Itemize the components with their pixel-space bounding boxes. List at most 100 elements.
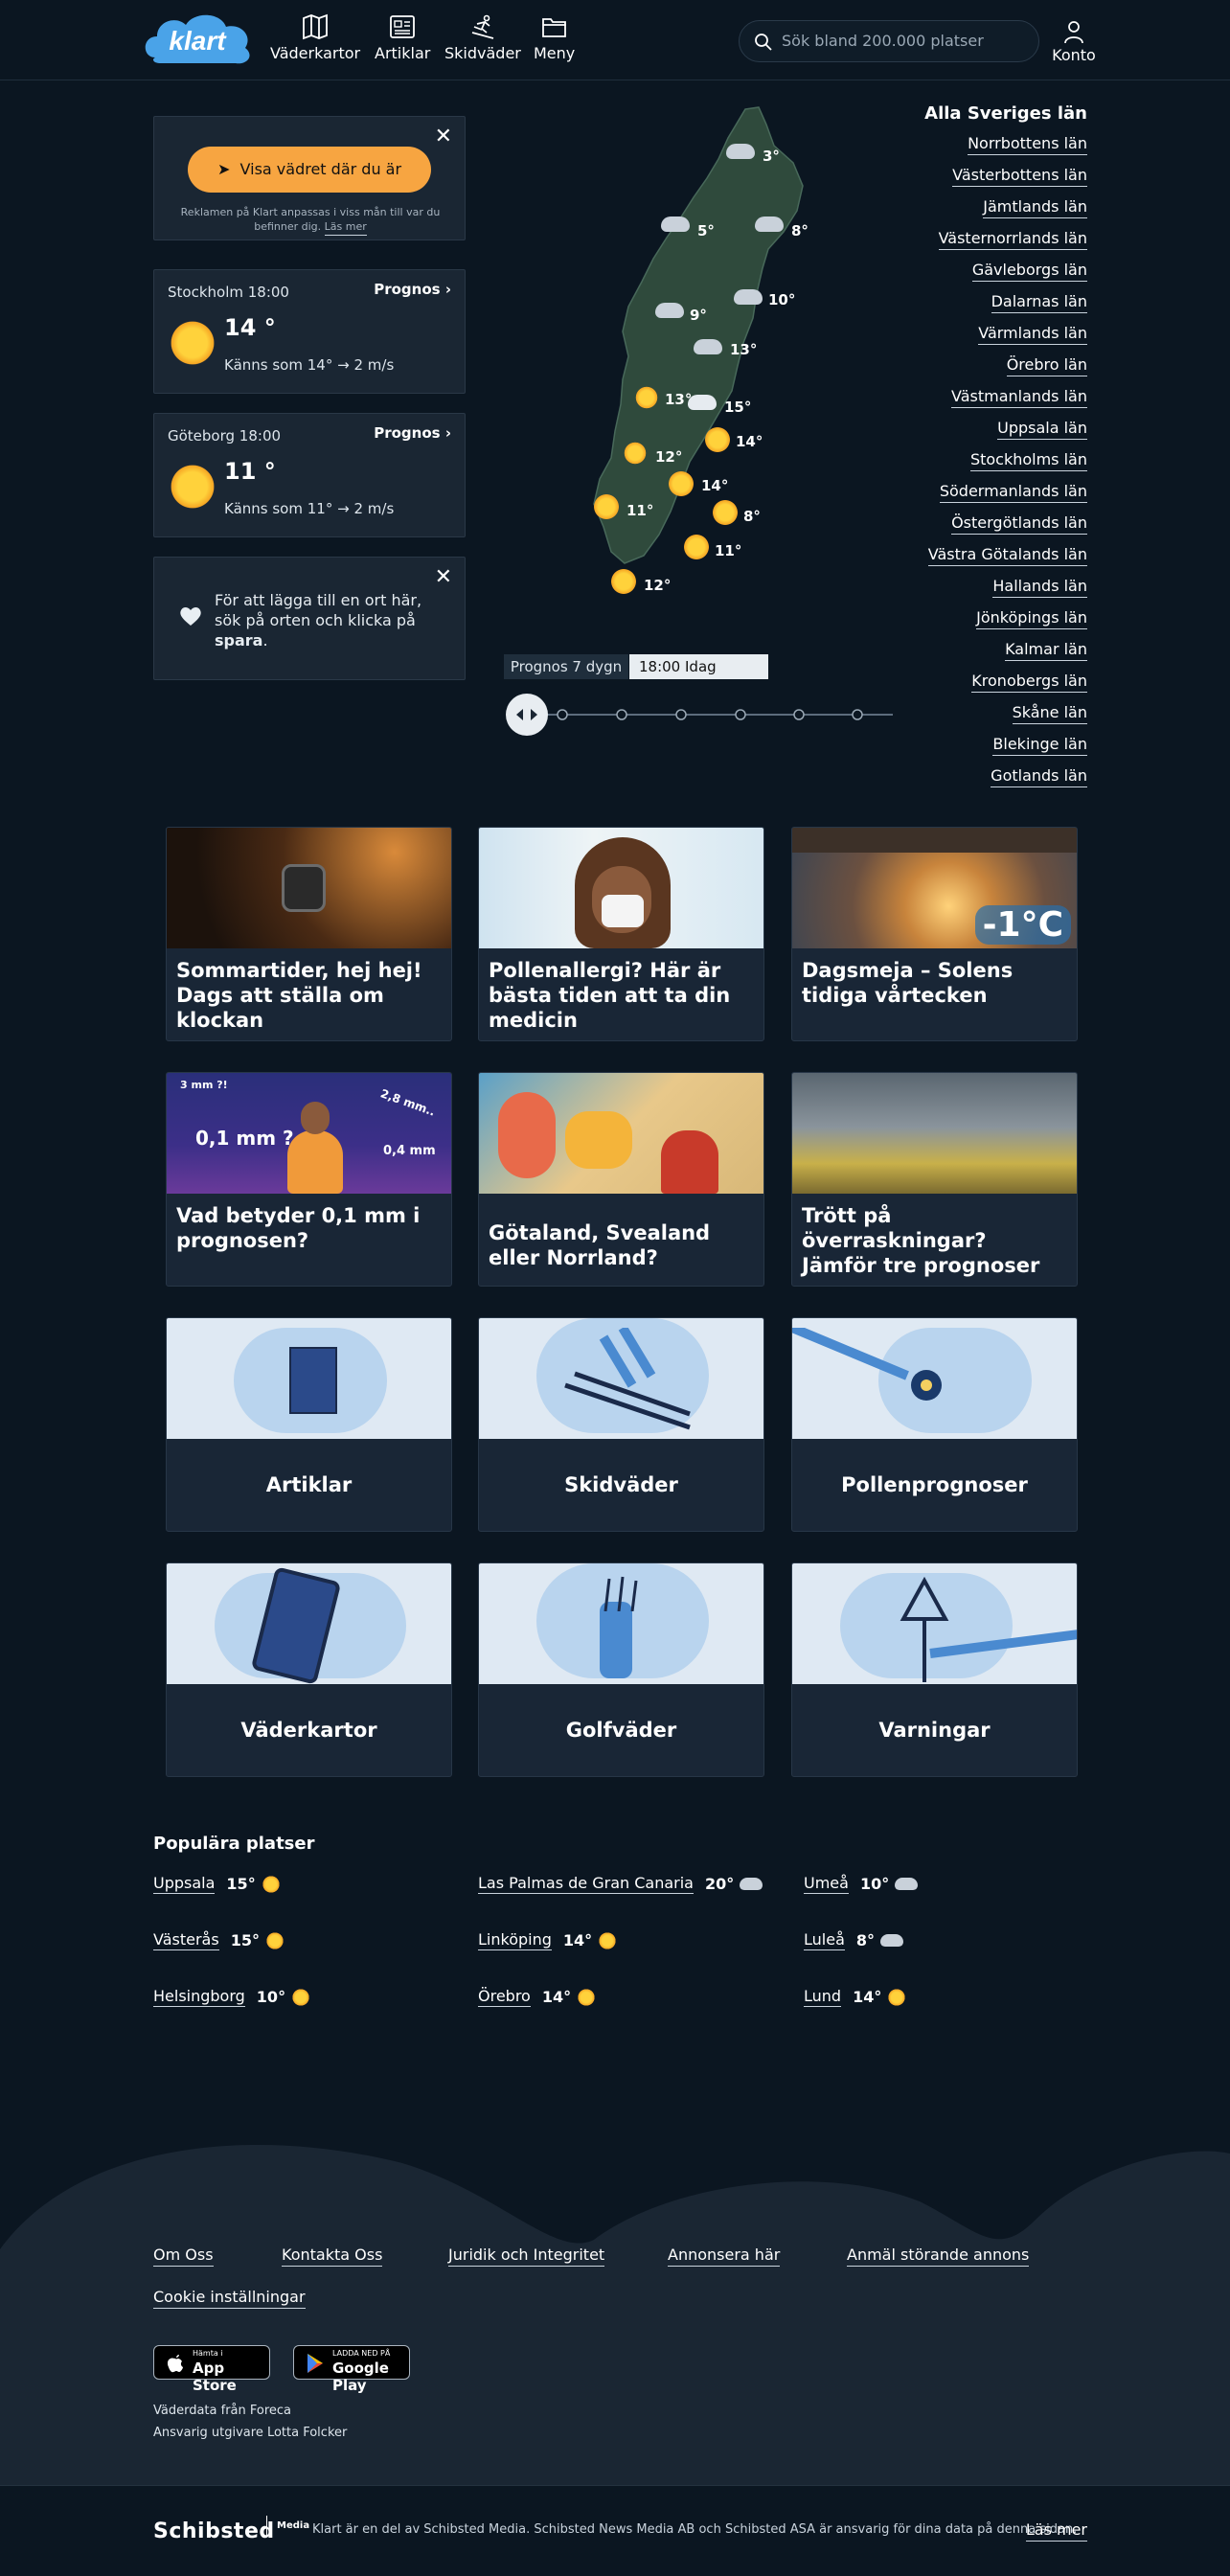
nav-skidvader[interactable]: Skidväder bbox=[444, 13, 521, 62]
wind-arrow-icon: → bbox=[337, 500, 350, 517]
county-link[interactable]: Västmanlands län bbox=[924, 380, 1087, 412]
footer-link-om-oss[interactable]: Om Oss bbox=[153, 2245, 214, 2267]
county-link[interactable]: Norrbottens län bbox=[924, 127, 1087, 159]
folder-icon bbox=[541, 18, 566, 37]
sweden-weather-map[interactable]: 3° 5° 8° 9° 10° 13° 13° 15° 12° 14° 11° … bbox=[575, 105, 824, 604]
article-card[interactable]: Pollenallergi? Här är bästa tiden att ta… bbox=[478, 827, 764, 1041]
category-varningar[interactable]: Varningar bbox=[791, 1562, 1078, 1777]
prognos-link[interactable]: Prognos › bbox=[374, 281, 451, 298]
county-link[interactable]: Värmlands län bbox=[924, 317, 1087, 349]
sun-icon bbox=[261, 1874, 281, 1894]
popular-place[interactable]: Örebro 14° bbox=[478, 1987, 597, 2007]
map-icon bbox=[303, 13, 328, 40]
county-link[interactable]: Örebro län bbox=[924, 349, 1087, 380]
cookie-settings-link[interactable]: Cookie inställningar bbox=[153, 2288, 306, 2309]
article-title: Vad betyder 0,1 mm i prognosen? bbox=[176, 1204, 421, 1252]
legal-read-more-link[interactable]: Läs mer bbox=[1025, 2520, 1087, 2542]
category-vaderkartor[interactable]: Väderkartor bbox=[166, 1562, 452, 1777]
nav-artiklar[interactable]: Artiklar bbox=[375, 13, 430, 62]
account-button[interactable]: Konto bbox=[1050, 19, 1098, 64]
county-link[interactable]: Blekinge län bbox=[924, 728, 1087, 760]
city-card-goteborg[interactable]: Göteborg 18:00 Prognos › 11 ° Känns som … bbox=[153, 413, 466, 537]
temperature-badge: -1°C bbox=[974, 905, 1071, 945]
county-link[interactable]: Östergötlands län bbox=[924, 507, 1087, 538]
county-link[interactable]: Kronobergs län bbox=[924, 665, 1087, 696]
map-temp: 8° bbox=[743, 508, 761, 525]
article-card[interactable]: -1°C Dagsmeja – Solens tidiga vårtecken bbox=[791, 827, 1078, 1041]
county-list: Alla Sveriges län Norrbottens län Väster… bbox=[924, 103, 1087, 791]
map-temp: 5° bbox=[697, 222, 715, 239]
search-icon bbox=[755, 34, 772, 51]
county-link[interactable]: Uppsala län bbox=[924, 412, 1087, 444]
category-golfvader[interactable]: Golfväder bbox=[478, 1562, 764, 1777]
county-link[interactable]: Södermanlands län bbox=[924, 475, 1087, 507]
responsible-publisher: Ansvarig utgivare Lotta Folcker bbox=[153, 2426, 348, 2440]
footer-link-juridik[interactable]: Juridik och Integritet bbox=[448, 2245, 605, 2267]
weather-data-source: Väderdata från Foreca bbox=[153, 2404, 292, 2418]
county-link[interactable]: Västernorrlands län bbox=[924, 222, 1087, 254]
county-link[interactable]: Västerbottens län bbox=[924, 159, 1087, 191]
article-title: Götaland, Svealand eller Norrland? bbox=[489, 1221, 711, 1269]
slider-handle bbox=[506, 694, 548, 736]
county-link[interactable]: Västra Götalands län bbox=[924, 538, 1087, 570]
map-temp: 12° bbox=[644, 577, 672, 594]
klart-logo[interactable]: klart bbox=[142, 8, 257, 71]
schibsted-logo[interactable]: Schibsted bbox=[153, 2519, 275, 2543]
sun-icon bbox=[592, 492, 621, 525]
popular-place[interactable]: Luleå 8° bbox=[804, 1930, 904, 1950]
county-link[interactable]: Stockholms län bbox=[924, 444, 1087, 475]
category-pollen[interactable]: Pollenprognoser bbox=[791, 1317, 1078, 1532]
city-name: Göteborg 18:00 bbox=[168, 427, 282, 445]
popular-place[interactable]: Lund 14° bbox=[804, 1987, 907, 2007]
close-icon[interactable]: ✕ bbox=[435, 126, 452, 148]
cloud-icon bbox=[694, 339, 722, 358]
county-link[interactable]: Hallands län bbox=[924, 570, 1087, 602]
cloud-icon bbox=[688, 395, 717, 414]
google-play-button[interactable]: LADDA NED PÅ Google Play bbox=[293, 2345, 410, 2394]
article-image-rain-question: 3 mm ?! 0,1 mm ? 2,8 mm.. 0,4 mm bbox=[167, 1073, 451, 1194]
article-card[interactable]: Götaland, Svealand eller Norrland? bbox=[478, 1072, 764, 1287]
footer-link-annonsera[interactable]: Annonsera här bbox=[668, 2245, 781, 2267]
nav-vaderkartor[interactable]: Väderkartor bbox=[270, 13, 360, 62]
popular-place[interactable]: Umeå 10° bbox=[804, 1874, 919, 1894]
article-card[interactable]: 3 mm ?! 0,1 mm ? 2,8 mm.. 0,4 mm Vad bet… bbox=[166, 1072, 452, 1287]
county-link[interactable]: Jönköpings län bbox=[924, 602, 1087, 633]
popular-place[interactable]: Västerås 15° bbox=[153, 1930, 285, 1950]
ad-read-more-link[interactable]: Läs mer bbox=[324, 220, 367, 236]
forecast-time-slider[interactable] bbox=[505, 692, 893, 738]
forecast-range-label: Prognos 7 dygn bbox=[504, 654, 628, 679]
close-icon[interactable]: ✕ bbox=[435, 567, 452, 588]
app-store-button[interactable]: Hämta i App Store bbox=[153, 2345, 270, 2394]
map-temp: 11° bbox=[626, 502, 654, 519]
nav-meny[interactable]: Meny bbox=[534, 13, 575, 62]
footer-link-kontakta[interactable]: Kontakta Oss bbox=[282, 2245, 383, 2267]
sun-icon bbox=[170, 320, 216, 366]
footer-link-anmal[interactable]: Anmäl störande annons bbox=[847, 2245, 1030, 2267]
article-card[interactable]: Trött på överraskningar? Jämför tre prog… bbox=[791, 1072, 1078, 1287]
search-input[interactable]: Sök bland 200.000 platser bbox=[739, 20, 1039, 62]
county-link[interactable]: Kalmar län bbox=[924, 633, 1087, 665]
search-placeholder: Sök bland 200.000 platser bbox=[782, 32, 984, 50]
county-link[interactable]: Skåne län bbox=[924, 696, 1087, 728]
save-tip-text: För att lägga till en ort här, sök på or… bbox=[215, 591, 422, 650]
google-play-icon bbox=[308, 2354, 323, 2373]
county-link[interactable]: Gotlands län bbox=[924, 760, 1087, 791]
legal-notice: Klart är en del av Schibsted Media. Schi… bbox=[312, 2522, 1078, 2537]
category-skidvader[interactable]: Skidväder bbox=[478, 1317, 764, 1532]
show-my-location-button[interactable]: ➤ Visa vädret där du är bbox=[188, 147, 431, 193]
article-card[interactable]: Sommartider, hej hej! Dags att ställa om… bbox=[166, 827, 452, 1041]
county-link[interactable]: Dalarnas län bbox=[924, 285, 1087, 317]
popular-place[interactable]: Helsingborg 10° bbox=[153, 1987, 311, 2007]
category-artiklar[interactable]: Artiklar bbox=[166, 1317, 452, 1532]
prognos-link[interactable]: Prognos › bbox=[374, 424, 451, 442]
sun-icon bbox=[609, 567, 638, 600]
city-card-stockholm[interactable]: Stockholm 18:00 Prognos › 14 ° Känns som… bbox=[153, 269, 466, 394]
popular-place[interactable]: Linköping 14° bbox=[478, 1930, 618, 1950]
warning-illustration bbox=[792, 1563, 1077, 1684]
category-label: Varningar bbox=[878, 1719, 991, 1742]
popular-place[interactable]: Las Palmas de Gran Canaria 20° bbox=[478, 1874, 763, 1894]
popular-place[interactable]: Uppsala 15° bbox=[153, 1874, 281, 1894]
feels-like: Känns som 11° → 2 m/s bbox=[224, 500, 395, 517]
county-link[interactable]: Gävleborgs län bbox=[924, 254, 1087, 285]
county-link[interactable]: Jämtlands län bbox=[924, 191, 1087, 222]
